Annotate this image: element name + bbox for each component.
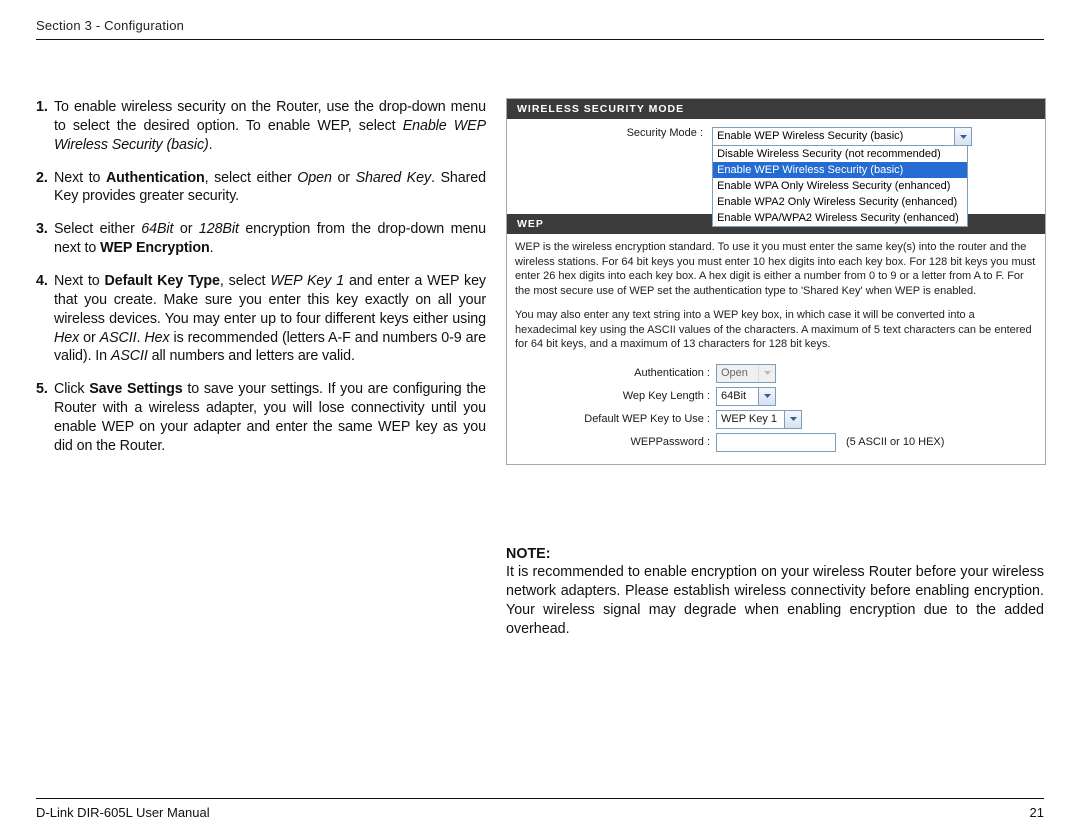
instructions-list: To enable wireless security on the Route… [36, 98, 486, 456]
dropdown-caret-icon[interactable] [758, 365, 775, 382]
wep-explanation-1: WEP is the wireless encryption standard.… [515, 240, 1037, 298]
wep-password-label: WEPPassword : [515, 436, 716, 448]
page-number: 21 [1030, 805, 1044, 820]
page: Section 3 - Configuration To enable wire… [0, 0, 1080, 834]
wsm-heading: WIRELESS SECURITY MODE [507, 99, 1045, 119]
note-block: NOTE: It is recommended to enable encryp… [506, 545, 1044, 639]
section-header: Section 3 - Configuration [36, 18, 1044, 40]
footer-title: D-Link DIR-605L User Manual [36, 805, 210, 820]
security-mode-label: Security Mode : [515, 127, 709, 139]
dd-option-wep[interactable]: Enable WEP Wireless Security (basic) [713, 162, 967, 178]
step-1: To enable wireless security on the Route… [36, 98, 486, 155]
wep-explanation-2: You may also enter any text string into … [515, 308, 1037, 352]
defkey-row: Default WEP Key to Use : WEP Key 1 [515, 410, 1037, 429]
figure-column: WIRELESS SECURITY MODE Security Mode : E… [506, 98, 1044, 798]
security-mode-dropdown[interactable]: Disable Wireless Security (not recommend… [712, 146, 968, 227]
wep-password-input[interactable] [716, 433, 836, 452]
dd-option-wpa[interactable]: Enable WPA Only Wireless Security (enhan… [713, 178, 967, 194]
step-4: Next to Default Key Type, select WEP Key… [36, 272, 486, 366]
dd-option-wpa-wpa2[interactable]: Enable WPA/WPA2 Wireless Security (enhan… [713, 210, 967, 226]
dd-option-wpa2[interactable]: Enable WPA2 Only Wireless Security (enha… [713, 194, 967, 210]
keylen-select[interactable]: 64Bit [716, 387, 776, 406]
page-footer: D-Link DIR-605L User Manual 21 [36, 798, 1044, 820]
auth-label: Authentication : [515, 367, 716, 379]
wep-password-hint: (5 ASCII or 10 HEX) [846, 436, 944, 448]
security-mode-select[interactable]: Enable WEP Wireless Security (basic) Dis… [712, 127, 972, 146]
defkey-label: Default WEP Key to Use : [515, 413, 716, 425]
security-mode-row: Security Mode : Enable WEP Wireless Secu… [507, 119, 1045, 150]
note-body: It is recommended to enable encryption o… [506, 564, 1044, 637]
keylen-row: Wep Key Length : 64Bit [515, 387, 1037, 406]
keylen-label: Wep Key Length : [515, 390, 716, 402]
defkey-select[interactable]: WEP Key 1 [716, 410, 802, 429]
auth-row: Authentication : Open [515, 364, 1037, 383]
security-mode-value: Enable WEP Wireless Security (basic) [717, 130, 903, 142]
dropdown-caret-icon[interactable] [758, 388, 775, 405]
step-5: Click Save Settings to save your setting… [36, 380, 486, 455]
dd-option-disable[interactable]: Disable Wireless Security (not recommend… [713, 146, 967, 162]
wep-body: WEP is the wireless encryption standard.… [507, 234, 1045, 464]
instructions-column: To enable wireless security on the Route… [36, 98, 486, 798]
router-config-panel: WIRELESS SECURITY MODE Security Mode : E… [506, 98, 1046, 465]
wep-form: Authentication : Open Wep Key Length : 6… [515, 364, 1037, 452]
auth-select[interactable]: Open [716, 364, 776, 383]
wep-password-row: WEPPassword : (5 ASCII or 10 HEX) [515, 433, 1037, 452]
note-heading: NOTE: [506, 545, 1044, 564]
step-3: Select either 64Bit or 128Bit encryption… [36, 220, 486, 258]
two-columns: To enable wireless security on the Route… [36, 40, 1044, 798]
dropdown-caret-icon[interactable] [784, 411, 801, 428]
step-2: Next to Authentication, select either Op… [36, 169, 486, 207]
dropdown-caret-icon[interactable] [954, 128, 971, 145]
